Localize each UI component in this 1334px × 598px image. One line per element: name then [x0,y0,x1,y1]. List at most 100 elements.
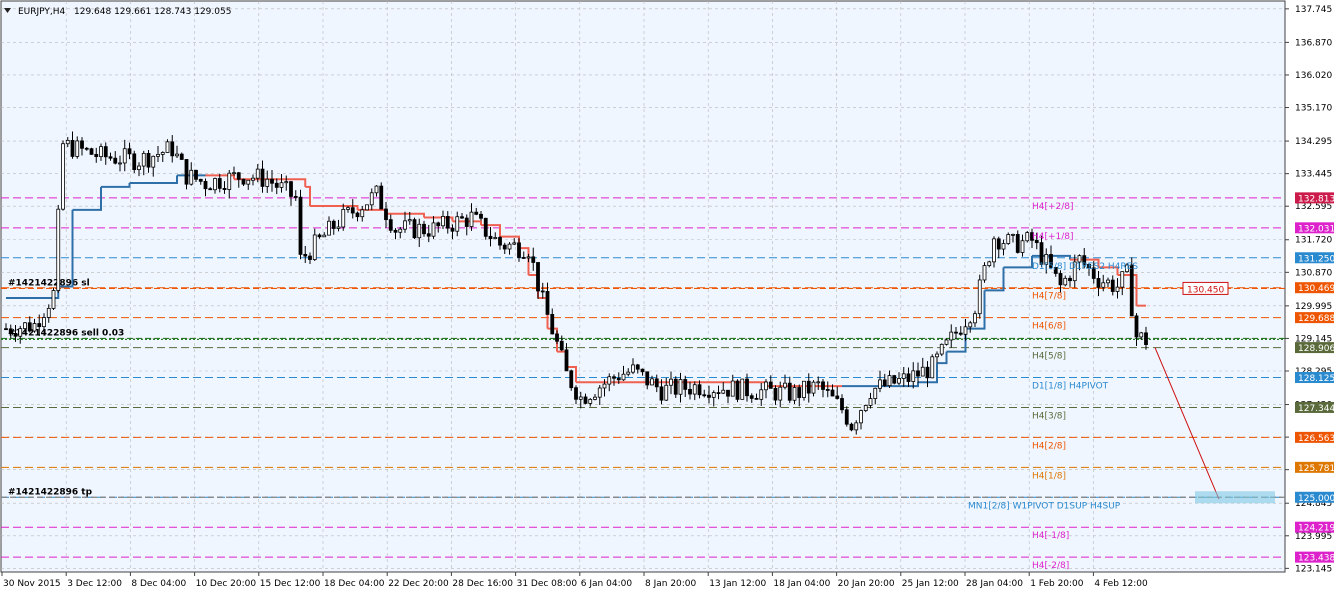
candle-body [61,143,65,210]
x-tick-label: 20 Jan 20:00 [838,579,895,589]
candle-body [279,182,284,188]
candle-body [127,148,132,155]
candle-body [312,234,317,260]
candle-body [764,381,768,391]
candle-body [540,290,545,293]
candle-body [806,380,811,394]
level-label: H4[1/8] [1032,471,1066,481]
candle-body [773,387,778,401]
candle-body [32,323,37,332]
candle-body [179,153,184,160]
candle-body [968,322,973,328]
candle-body [654,378,659,388]
candle-body [65,139,70,145]
candle-body [873,387,878,399]
candle-body [37,323,42,328]
candle-body [892,375,897,384]
candle-body [251,177,255,181]
candle-body [920,366,925,377]
x-tick-label: 18 Dec 04:00 [324,579,385,589]
chart-header: EURJPY,H4 129.648 129.661 128.743 129.05… [4,7,231,17]
order-label: #1421422896 tp [8,487,93,497]
candle-body [669,378,673,386]
candle-body [759,389,764,400]
candle-body [132,153,137,170]
price-tag-label: 125.000 [1298,494,1334,504]
candle-body [327,220,331,236]
candle-body [564,349,569,372]
candle-body [165,141,170,153]
candle-body [270,178,274,184]
plot-background [0,0,1286,573]
price-chart[interactable]: #1421422896 sl#1421422896 sell 0.03#1421… [0,0,1334,594]
candle-body [331,220,336,229]
candle-body [217,178,222,189]
y-tick-label: 129.995 [1295,302,1332,312]
candle-body [1058,273,1063,286]
candle-body [403,220,407,230]
candle-body [51,290,56,309]
y-tick-label: 131.720 [1295,236,1332,246]
chart-window[interactable]: #1421422896 sl #1421422896 sell 0.03 #1421… [0,0,1334,594]
candle-body [949,331,954,341]
candle-body [916,370,920,377]
candle-body [1129,264,1134,317]
candle-body [659,386,664,401]
candle-body [464,217,469,227]
price-tag-label: 132.031 [1298,224,1334,234]
candle-body [42,317,46,328]
candle-body [384,208,388,221]
candle-body [1011,233,1015,236]
candle-body [863,405,868,411]
candle-body [189,169,194,185]
candle-body [99,146,103,158]
candle-body [707,394,711,398]
time-axis: 30 Nov 2015 3 Dec 12:00 8 Dec 04:00 10 Dec … [1,572,1148,589]
candle-body [797,387,802,398]
candle-body [70,139,75,157]
candle-body [740,378,745,400]
candle-body [939,343,944,355]
candle-body [236,172,241,180]
candle-body [602,383,607,389]
candle-body [426,233,431,237]
candle-body [745,378,749,397]
candle-body [1139,332,1144,338]
level-label: H4[6/8] [1032,322,1066,332]
candle-body [882,379,887,387]
level-label: D1[1/8] H4PIVOT [1032,382,1109,392]
level-label: H4[-1/8] [1032,531,1069,541]
candle-body [308,255,312,260]
candle-body [27,322,32,332]
level-label: MN1[2/8] W1PIVOT D1SUP H4SUP [968,501,1121,511]
y-tick-label: 134.295 [1295,137,1332,147]
x-tick-label: 6 Jan 04:00 [581,579,633,589]
candle-body [208,188,213,191]
candle-body [289,181,293,197]
level-label: H4[5/8] [1032,352,1066,362]
candle-body [726,389,730,397]
x-tick-label: 1 Feb 20:00 [1030,579,1084,589]
x-tick-label: 3 Dec 12:00 [67,579,122,589]
candle-body [550,314,555,335]
candle-body [811,381,816,394]
candle-body [1106,279,1110,284]
candle-body [293,196,298,198]
candle-body [787,382,792,401]
candle-body [982,265,987,281]
candle-body [103,146,108,158]
target-box [1195,491,1275,504]
candle-body [241,178,246,185]
candle-body [393,229,398,233]
candle-body [749,395,754,399]
candle-body [859,410,863,424]
candle-body [835,395,840,399]
price-tag-label: 128.125 [1298,374,1334,384]
candle-body [640,368,645,373]
candle-body [1110,279,1115,292]
candle-body [479,213,483,219]
candle-body [369,192,374,206]
candle-body [583,396,588,404]
candle-body [46,307,51,318]
candle-body [569,370,574,389]
